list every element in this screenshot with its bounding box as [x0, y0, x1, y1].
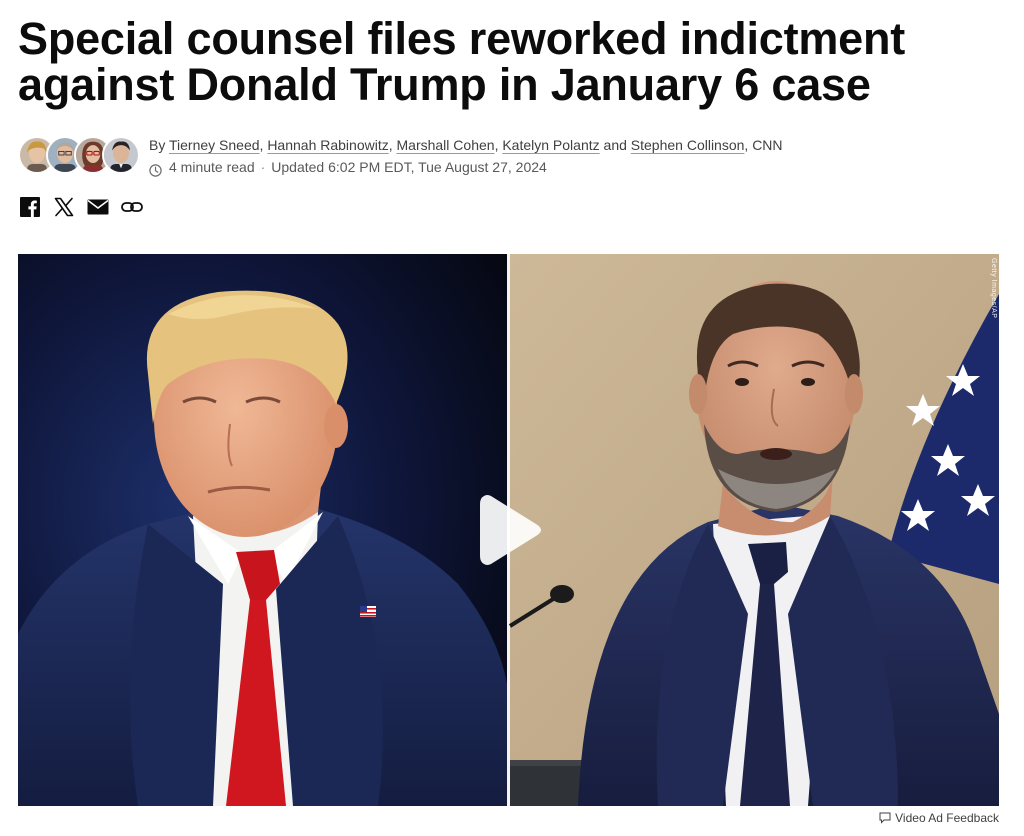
updated-timestamp: Updated 6:02 PM EDT, Tue August 27, 2024 [271, 159, 547, 175]
byline: By Tierney Sneed, Hannah Rabinowitz, Mar… [18, 134, 783, 178]
photo-credit: Getty Images/AP [990, 258, 997, 319]
byline-outlet: , CNN [744, 137, 783, 153]
read-time: 4 minute read [169, 159, 255, 175]
video-player[interactable]: Getty Images/AP [18, 254, 999, 806]
author-link[interactable]: Hannah Rabinowitz [267, 137, 388, 153]
meta-separator: · [260, 159, 266, 175]
share-bar [18, 194, 154, 220]
byline-prefix: By [149, 137, 169, 153]
feedback-icon [879, 812, 891, 824]
avatar[interactable] [102, 136, 140, 174]
feedback-label: Video Ad Feedback [895, 811, 999, 825]
article-meta: 4 minute read · Updated 6:02 PM EDT, Tue… [149, 156, 783, 178]
byline-text: By Tierney Sneed, Hannah Rabinowitz, Mar… [149, 134, 783, 178]
email-icon[interactable] [86, 195, 110, 219]
author-link[interactable]: Katelyn Polantz [502, 137, 599, 153]
play-button[interactable] [478, 492, 542, 568]
author-link[interactable]: Marshall Cohen [397, 137, 495, 153]
article-headline: Special counsel files reworked indictmen… [18, 13, 906, 110]
video-ad-feedback[interactable]: Video Ad Feedback [879, 810, 999, 826]
author-link[interactable]: Tierney Sneed [169, 137, 260, 153]
byline-authors: By Tierney Sneed, Hannah Rabinowitz, Mar… [149, 137, 783, 153]
play-icon [480, 495, 541, 565]
author-link[interactable]: Stephen Collinson [631, 137, 745, 153]
facebook-icon[interactable] [18, 195, 42, 219]
link-icon[interactable] [120, 195, 144, 219]
author-avatars [18, 136, 140, 178]
clock-icon [149, 161, 162, 177]
x-icon[interactable] [52, 195, 76, 219]
